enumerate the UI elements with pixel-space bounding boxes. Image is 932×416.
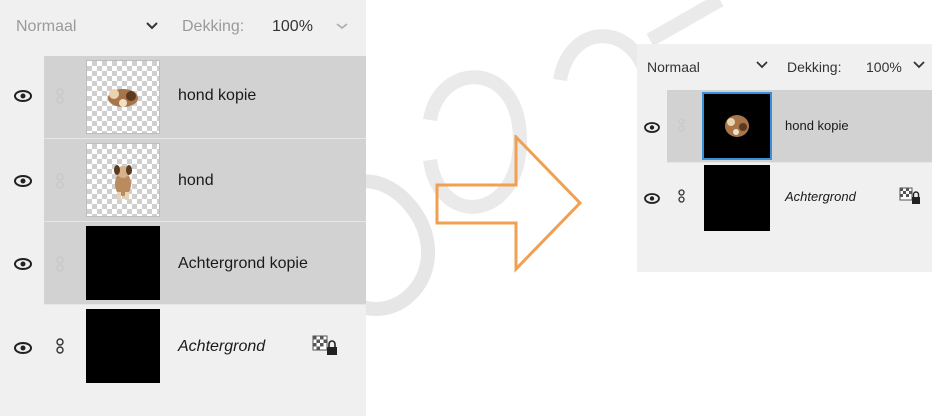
eye-icon[interactable] [14,257,32,275]
opacity-value[interactable]: 100% [272,18,313,36]
layer-name[interactable]: Achtergrond kopie [178,255,308,273]
blend-mode-select[interactable]: Normaal [647,59,700,75]
dog-icon [114,165,132,200]
transparency-lock-icon[interactable] [899,187,921,211]
eye-icon[interactable] [644,191,660,209]
opacity-label: Dekking: [787,59,842,75]
layer-row-hond[interactable]: hond [0,139,366,221]
layer-name[interactable]: Achtergrond [178,338,265,356]
black-thumbnail [704,165,770,231]
dog-on-black-icon [725,115,749,137]
link-icon[interactable] [678,118,685,135]
layer-row-hond-kopie[interactable]: hond kopie [0,56,366,138]
layers-toolbar: Normaal Dekking: 100% [637,44,932,92]
layer-name[interactable]: Achtergrond [785,189,856,204]
layer-thumbnail [702,92,772,160]
eye-icon[interactable] [14,89,32,107]
layer-name[interactable]: hond kopie [785,118,849,133]
layer-name[interactable]: hond [178,172,214,190]
layer-row-achtergrond-kopie[interactable]: Achtergrond kopie [0,222,366,304]
layer-row-achtergrond[interactable]: Achtergrond [637,163,932,233]
opacity-value[interactable]: 100% [866,59,902,75]
blend-mode-select[interactable]: Normaal [16,18,76,36]
layer-row-hond-kopie[interactable]: hond kopie [637,90,932,162]
link-icon[interactable] [56,88,64,107]
transparency-lock-icon[interactable] [312,335,338,362]
link-icon[interactable] [56,256,64,275]
dog-group-icon [108,89,138,107]
chevron-down-icon[interactable] [144,18,160,39]
layer-row-achtergrond[interactable]: Achtergrond [0,305,366,387]
link-icon[interactable] [678,189,685,206]
black-thumbnail [86,226,160,300]
layer-thumbnail [86,60,160,134]
chevron-down-icon[interactable] [755,58,769,75]
chevron-down-icon[interactable] [912,58,926,75]
link-icon[interactable] [56,173,64,192]
layers-toolbar: Normaal Dekking: 100% [0,0,366,56]
chevron-down-icon[interactable] [334,18,350,39]
layers-panel-after: Normaal Dekking: 100% hond kopie Achterg… [637,44,932,272]
eye-icon[interactable] [14,174,32,192]
layer-name[interactable]: hond kopie [178,87,256,105]
link-icon[interactable] [56,338,64,357]
eye-icon[interactable] [14,341,32,359]
layer-thumbnail [86,143,160,217]
black-thumbnail [86,309,160,383]
eye-icon[interactable] [644,120,660,138]
opacity-label: Dekking: [182,18,245,35]
layers-panel-before: Normaal Dekking: 100% hond kopie hond Ac… [0,0,366,416]
right-arrow-icon [435,135,583,273]
